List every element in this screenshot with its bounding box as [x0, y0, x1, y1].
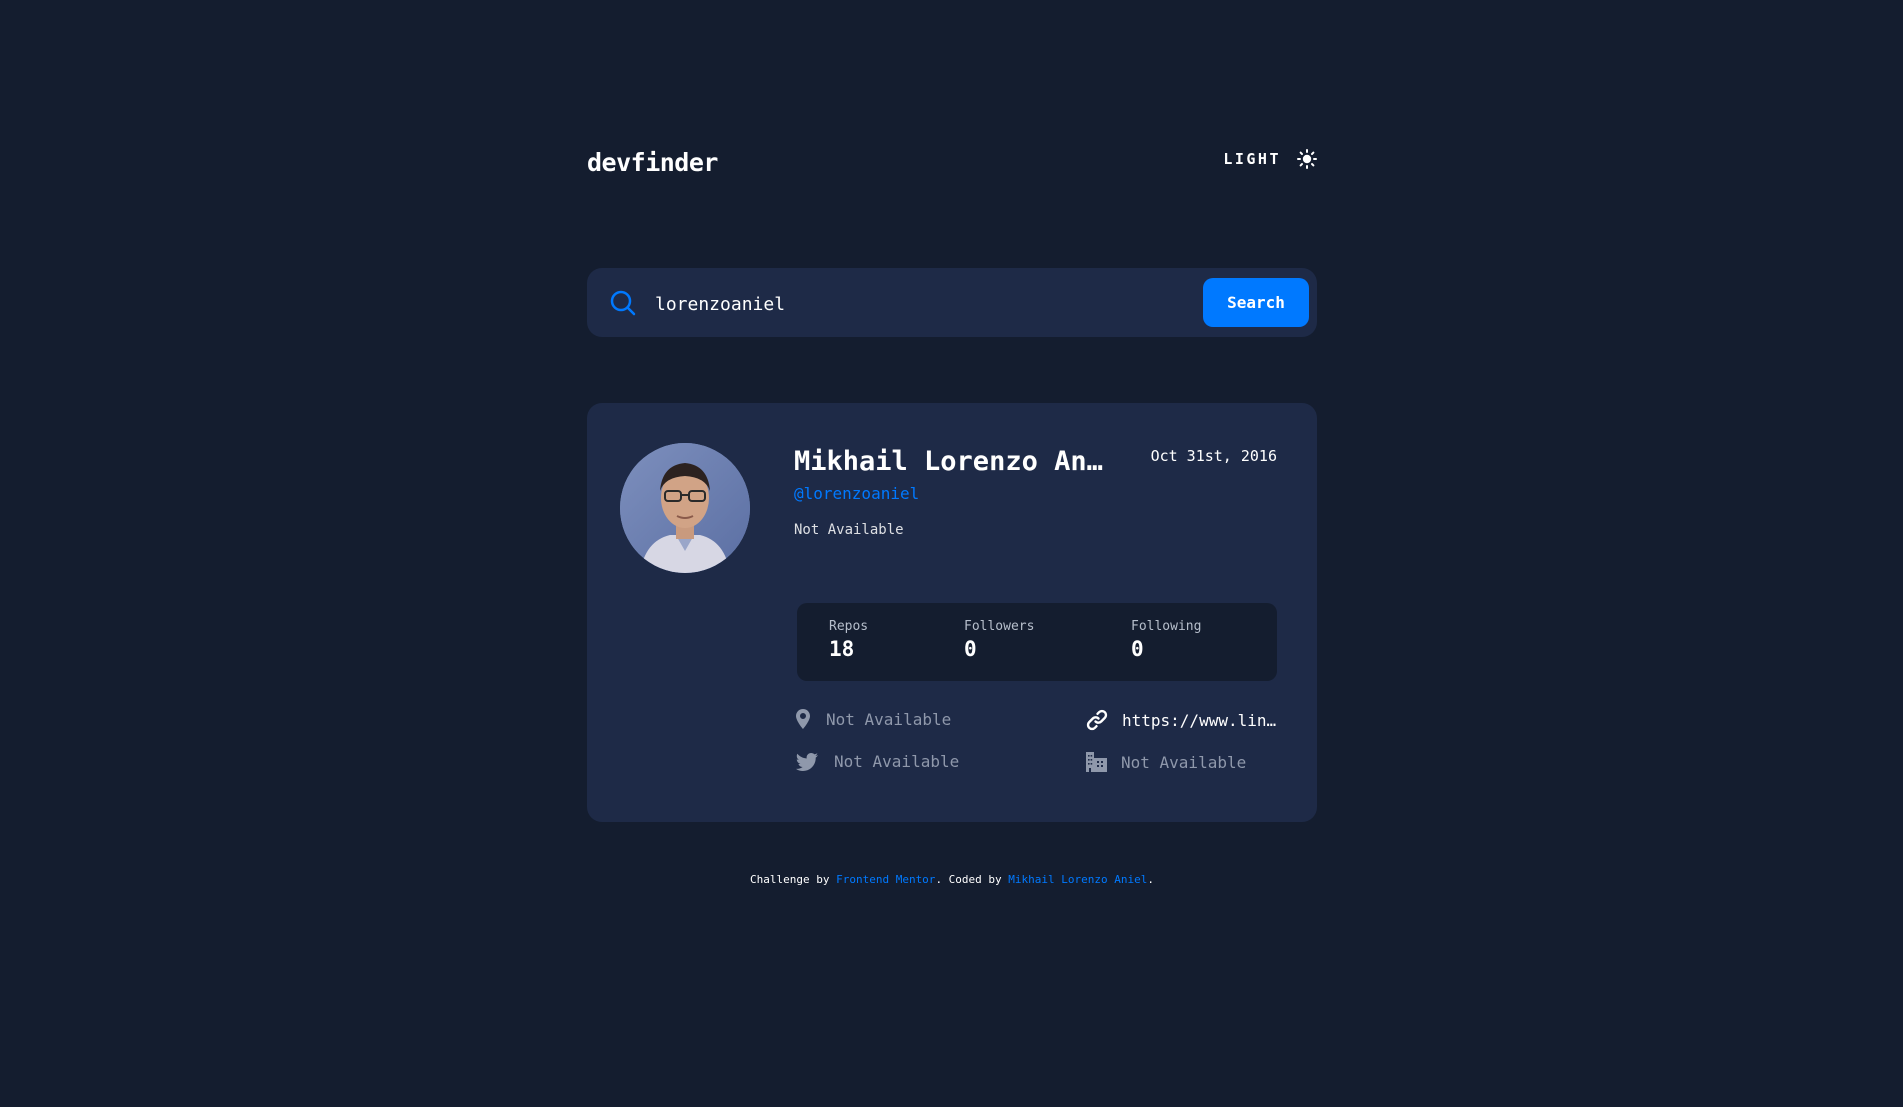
footer-prefix: Challenge by [750, 873, 837, 886]
attribution-footer: Challenge by Frontend Mentor. Coded by M… [587, 873, 1317, 886]
footer-middle: . Coded by [935, 873, 1009, 886]
location-row: Not Available [796, 709, 951, 729]
author-link[interactable]: Mikhail Lorenzo Aniel [1008, 873, 1147, 886]
sun-icon[interactable] [1297, 149, 1317, 169]
search-bar: Search [587, 268, 1317, 337]
stats-panel: Repos 18 Followers 0 Following 0 [797, 603, 1277, 681]
stat-value: 0 [964, 637, 977, 661]
stat-label: Following [1131, 619, 1202, 634]
stat-repos: Repos 18 [829, 619, 868, 661]
theme-toggle-button[interactable]: LIGHT [1223, 149, 1317, 169]
stat-label: Repos [829, 619, 869, 634]
stat-label: Followers [964, 619, 1035, 634]
theme-toggle-label[interactable]: LIGHT [1223, 150, 1281, 168]
link-icon [1086, 709, 1108, 731]
app-logo: devfinder [587, 148, 718, 177]
twitter-row: Not Available [796, 752, 959, 771]
website-row: https://www.lin… [1086, 709, 1276, 731]
location-pin-icon [796, 709, 810, 729]
stat-followers: Followers 0 [964, 619, 1034, 661]
search-icon [610, 290, 636, 320]
search-input[interactable] [653, 285, 1177, 323]
stat-value: 0 [1131, 637, 1144, 661]
footer-suffix: . [1147, 873, 1154, 886]
stat-value: 18 [829, 637, 855, 661]
profile-name: Mikhail Lorenzo Ani… [794, 446, 1114, 477]
location-text: Not Available [826, 709, 952, 729]
header: devfinder LIGHT [587, 145, 1317, 181]
joined-date: Oct 31st, 2016 [1150, 447, 1277, 465]
company-row: Not Available [1086, 752, 1246, 772]
twitter-icon [796, 752, 818, 771]
profile-card: Mikhail Lorenzo Ani… Oct 31st, 2016 @lor… [587, 403, 1317, 822]
search-button[interactable]: Search [1203, 278, 1309, 327]
website-link[interactable]: https://www.lin… [1122, 711, 1276, 730]
building-icon [1086, 752, 1107, 772]
company-text: Not Available [1121, 752, 1247, 772]
profile-handle-link[interactable]: @lorenzoaniel [794, 484, 919, 503]
stat-following: Following 0 [1131, 619, 1201, 661]
avatar [620, 443, 750, 573]
twitter-text: Not Available [834, 752, 960, 771]
frontend-mentor-link[interactable]: Frontend Mentor [836, 873, 935, 886]
profile-bio: Not Available [794, 522, 904, 538]
